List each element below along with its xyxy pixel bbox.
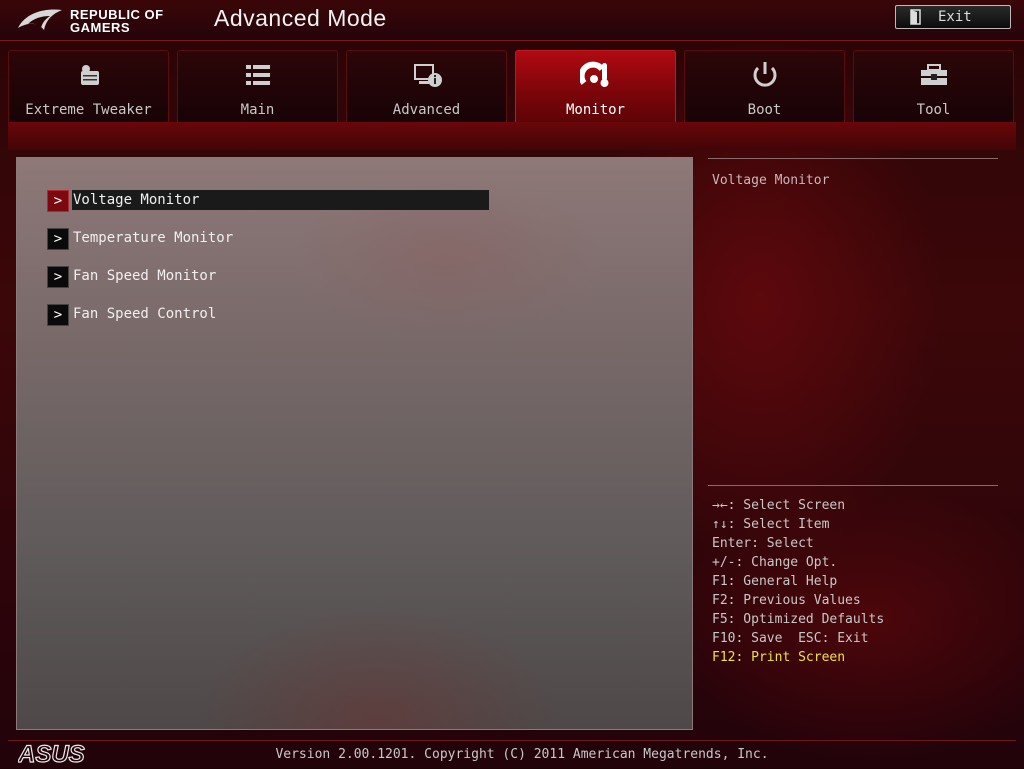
- exit-button[interactable]: Exit: [895, 5, 1011, 29]
- tab-label: Tool: [916, 102, 951, 118]
- tweaker-icon: [9, 61, 168, 89]
- version-text: Version 2.00.1201. Copyright (C) 2011 Am…: [275, 747, 769, 762]
- toolbox-icon: [854, 61, 1013, 89]
- tab-monitor[interactable]: Monitor: [515, 50, 676, 122]
- chevron-right-icon: >: [47, 228, 69, 250]
- help-divider-top: [708, 158, 998, 159]
- tab-advanced[interactable]: Advanced: [346, 50, 507, 122]
- key-legend: →←: Select Screen ↑↓: Select Item Enter:…: [712, 496, 884, 667]
- key-hint: Enter: Select: [712, 536, 814, 551]
- power-icon: [685, 61, 844, 89]
- tab-label: Boot: [747, 102, 782, 118]
- rog-logo: REPUBLIC OF GAMERS: [16, 4, 206, 36]
- chevron-right-icon: >: [47, 190, 69, 212]
- key-hint: ↑↓: Select Item: [712, 517, 830, 532]
- key-hint-print-screen: F12: Print Screen: [712, 650, 846, 665]
- menu-item-fan-speed-control[interactable]: > Fan Speed Control: [47, 304, 487, 326]
- chevron-right-icon: >: [47, 304, 69, 326]
- tab-boot[interactable]: Boot: [684, 50, 845, 122]
- tab-label: Advanced: [392, 102, 461, 118]
- page-title: Advanced Mode: [214, 5, 387, 31]
- tab-extreme-tweaker[interactable]: Extreme Tweaker: [8, 50, 169, 122]
- key-hint: →←: Select Screen: [712, 498, 846, 513]
- menu-panel: > Voltage Monitor > Temperature Monitor …: [16, 157, 693, 730]
- menu-item-temperature-monitor[interactable]: > Temperature Monitor: [47, 228, 487, 250]
- rog-eye-icon: [18, 9, 62, 30]
- rog-brand-text: REPUBLIC OF GAMERS: [70, 8, 164, 34]
- tab-tool[interactable]: Tool: [853, 50, 1014, 122]
- tab-bar: Extreme Tweaker Main Advanced Monitor Bo…: [8, 50, 1016, 122]
- tab-content-bar: [8, 122, 1016, 150]
- chevron-right-icon: >: [47, 266, 69, 288]
- key-hint: F5: Optimized Defaults: [712, 612, 885, 627]
- exit-door-icon: [908, 9, 924, 29]
- thermometer-gauge-icon: [516, 61, 675, 89]
- menu-item-label: Temperature Monitor: [73, 230, 234, 246]
- menu-item-label: Voltage Monitor: [72, 190, 489, 210]
- tab-label: Extreme Tweaker: [25, 102, 152, 118]
- list-icon: [178, 61, 337, 89]
- key-hint: F10: Save ESC: Exit: [712, 631, 869, 646]
- key-hint: +/-: Change Opt.: [712, 555, 838, 570]
- tab-main[interactable]: Main: [177, 50, 338, 122]
- footer-divider: [8, 740, 1016, 741]
- menu-item-label: Fan Speed Control: [73, 306, 217, 322]
- help-divider-bottom: [708, 485, 998, 486]
- header-bar: REPUBLIC OF GAMERS Advanced Mode Exit: [0, 0, 1024, 41]
- tab-label: Main: [240, 102, 275, 118]
- menu-item-voltage-monitor[interactable]: > Voltage Monitor: [47, 190, 489, 212]
- exit-label: Exit: [938, 9, 972, 25]
- help-title: Voltage Monitor: [712, 173, 830, 188]
- menu-item-fan-speed-monitor[interactable]: > Fan Speed Monitor: [47, 266, 487, 288]
- key-hint: F1: General Help: [712, 574, 838, 589]
- tab-label: Monitor: [565, 102, 625, 118]
- advanced-info-icon: [347, 61, 506, 89]
- key-hint: F2: Previous Values: [712, 593, 861, 608]
- brand-line2: GAMERS: [70, 20, 131, 35]
- menu-item-label: Fan Speed Monitor: [73, 268, 217, 284]
